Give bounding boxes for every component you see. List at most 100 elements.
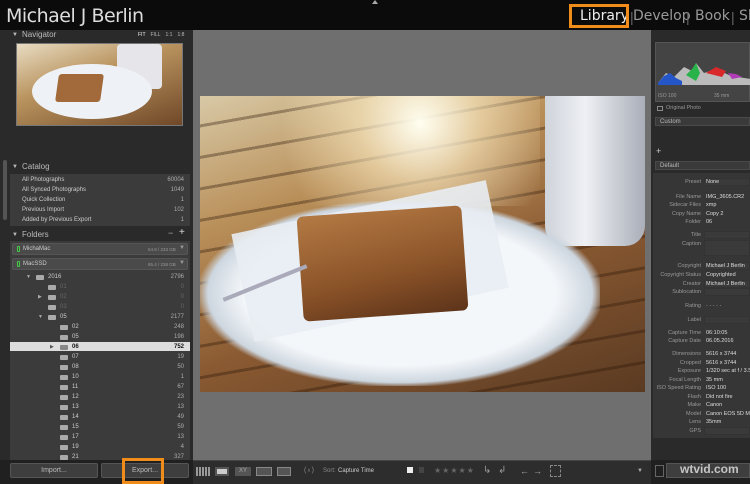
folder-item[interactable]: ▼ 05 2177 bbox=[10, 313, 190, 322]
metadata-label: Capture Time bbox=[667, 330, 701, 336]
folder-item[interactable]: 14 49 bbox=[10, 413, 190, 422]
flag-reject-icon[interactable] bbox=[419, 467, 424, 473]
folder-item[interactable]: 03 0 bbox=[10, 303, 190, 312]
volume-menu-icon[interactable]: ▼ bbox=[179, 245, 185, 251]
add-icon[interactable]: + bbox=[656, 146, 661, 156]
survey-view-icon[interactable] bbox=[256, 467, 272, 476]
loupe-view-icon[interactable] bbox=[215, 467, 229, 476]
metadata-field[interactable] bbox=[704, 316, 750, 324]
metadata-row[interactable]: Title bbox=[653, 231, 750, 240]
folder-item[interactable]: 17 13 bbox=[10, 433, 190, 442]
disclosure-triangle-icon[interactable]: ▼ bbox=[26, 274, 31, 280]
metadata-value: IMG_3605.CR2 bbox=[706, 194, 745, 200]
collapse-triangle-icon[interactable]: ▼ bbox=[12, 164, 18, 170]
zoom-1-1[interactable]: 1:1 bbox=[166, 32, 173, 38]
navigator-preview[interactable] bbox=[16, 43, 183, 126]
grid-view-icon[interactable] bbox=[196, 467, 210, 476]
folder-item[interactable]: ▶ 02 0 bbox=[10, 293, 190, 302]
metadata-row[interactable]: Preset None bbox=[653, 178, 750, 187]
people-view-icon[interactable] bbox=[277, 467, 291, 476]
catalog-item-count: 102 bbox=[173, 207, 184, 213]
disclosure-triangle-icon[interactable]: ▼ bbox=[38, 314, 43, 320]
disclosure-triangle-icon[interactable]: ▶ bbox=[38, 294, 42, 300]
remove-folder-button[interactable]: − bbox=[168, 228, 173, 238]
folder-icon bbox=[36, 275, 44, 280]
metadata-row[interactable]: GPS bbox=[653, 427, 750, 436]
folder-item[interactable]: 19 4 bbox=[10, 443, 190, 452]
collapse-triangle-icon[interactable]: ▼ bbox=[12, 32, 18, 38]
toolbar-menu-icon[interactable]: ▼ bbox=[637, 466, 643, 476]
add-folder-button[interactable]: + bbox=[179, 227, 185, 238]
folder-icon bbox=[60, 325, 68, 330]
catalog-item[interactable]: Quick Collection 1 bbox=[10, 196, 190, 205]
module-develop[interactable]: Develop bbox=[633, 8, 691, 24]
metadata-row[interactable]: Label bbox=[653, 316, 750, 325]
zoom-fit[interactable]: FIT bbox=[138, 32, 146, 38]
folder-item[interactable]: 01 0 bbox=[10, 283, 190, 292]
metadata-field[interactable] bbox=[704, 288, 750, 296]
volume-michamac[interactable]: MichaMac 54.8 / 233 GB ▼ bbox=[12, 243, 188, 255]
zoom-1-8[interactable]: 1:8 bbox=[177, 32, 184, 38]
slideshow-icon[interactable] bbox=[550, 465, 561, 477]
folder-name: 14 bbox=[72, 414, 79, 420]
sort-dropdown[interactable]: Capture Time bbox=[338, 466, 374, 476]
metadata-row[interactable]: Sublocation bbox=[653, 288, 750, 297]
metadata-value: xmp bbox=[706, 202, 717, 208]
flag-pick-icon[interactable] bbox=[407, 467, 413, 473]
folder-item[interactable]: ▼ 2016 2796 bbox=[10, 273, 190, 282]
navigator-header[interactable]: Navigator bbox=[22, 30, 56, 39]
sync-toggle-icon[interactable] bbox=[655, 465, 664, 477]
next-icon[interactable]: → bbox=[533, 466, 542, 476]
metadata-field[interactable] bbox=[704, 231, 750, 239]
catalog-header[interactable]: Catalog bbox=[22, 162, 50, 171]
catalog-item[interactable]: All Photographs 60004 bbox=[10, 176, 190, 185]
metadata-row[interactable]: Caption bbox=[653, 240, 750, 256]
metadata-value: Canon EOS 5D Mark bbox=[706, 411, 750, 417]
folder-item[interactable]: 05 198 bbox=[10, 333, 190, 342]
folders-header[interactable]: Folders bbox=[22, 230, 49, 239]
left-scrollbar[interactable] bbox=[3, 160, 7, 220]
disclosure-triangle-icon[interactable]: ▶ bbox=[50, 344, 54, 350]
metadata-preset-dropdown[interactable]: Default bbox=[655, 161, 750, 170]
metadata-value: Copyrighted bbox=[706, 272, 736, 278]
main-photo[interactable] bbox=[200, 96, 645, 392]
folder-item[interactable]: 10 1 bbox=[10, 373, 190, 382]
folder-item[interactable]: 13 13 bbox=[10, 403, 190, 412]
folder-icon bbox=[60, 405, 68, 410]
catalog-item[interactable]: Previous Import 102 bbox=[10, 206, 190, 215]
catalog-item[interactable]: Added by Previous Export 1 bbox=[10, 216, 190, 225]
metadata-field[interactable] bbox=[704, 240, 750, 256]
quick-develop-preset-dropdown[interactable]: Custom bbox=[655, 117, 750, 126]
catalog-item[interactable]: All Synced Photographs 1049 bbox=[10, 186, 190, 195]
original-photo-checkbox[interactable] bbox=[657, 106, 663, 111]
folder-item[interactable]: ▶ 06 752 bbox=[10, 343, 190, 352]
rotate-right-icon[interactable]: ↲ bbox=[498, 466, 506, 476]
collapse-triangle-icon[interactable]: ▼ bbox=[12, 232, 18, 238]
folder-item[interactable]: 11 67 bbox=[10, 383, 190, 392]
volume-menu-icon[interactable]: ▼ bbox=[179, 260, 185, 266]
rotate-left-icon[interactable]: ↳ bbox=[483, 466, 491, 476]
top-panel-toggle[interactable] bbox=[372, 0, 378, 4]
volume-macssd[interactable]: MacSSD 65.4 / 238 GB ▼ bbox=[12, 258, 188, 270]
metadata-row[interactable]: Copyright Michael J Berlin bbox=[653, 262, 750, 271]
folder-item[interactable]: 15 59 bbox=[10, 423, 190, 432]
metadata-value: 5616 x 3744 bbox=[706, 360, 737, 366]
folder-item[interactable]: 08 50 bbox=[10, 363, 190, 372]
painter-icon[interactable]: (♁) bbox=[304, 466, 314, 476]
rating-stars[interactable]: ★★★★★ bbox=[434, 466, 475, 476]
metadata-label: Rating bbox=[685, 303, 701, 309]
folder-icon bbox=[60, 355, 68, 360]
previous-icon[interactable]: ← bbox=[520, 466, 529, 476]
import-button[interactable]: Import... bbox=[10, 463, 98, 478]
folder-icon bbox=[60, 425, 68, 430]
zoom-fill[interactable]: FILL bbox=[151, 32, 161, 38]
folder-item[interactable]: 12 23 bbox=[10, 393, 190, 402]
catalog-item-count: 1 bbox=[180, 197, 184, 203]
module-slideshow[interactable]: Sl bbox=[739, 8, 750, 24]
metadata-row: Dimensions 5616 x 3744 bbox=[653, 350, 750, 359]
folder-item[interactable]: 07 19 bbox=[10, 353, 190, 362]
module-book[interactable]: Book bbox=[695, 8, 730, 24]
metadata-field[interactable] bbox=[704, 427, 750, 435]
compare-view-icon[interactable]: XY bbox=[235, 467, 251, 476]
folder-item[interactable]: 02 248 bbox=[10, 323, 190, 332]
